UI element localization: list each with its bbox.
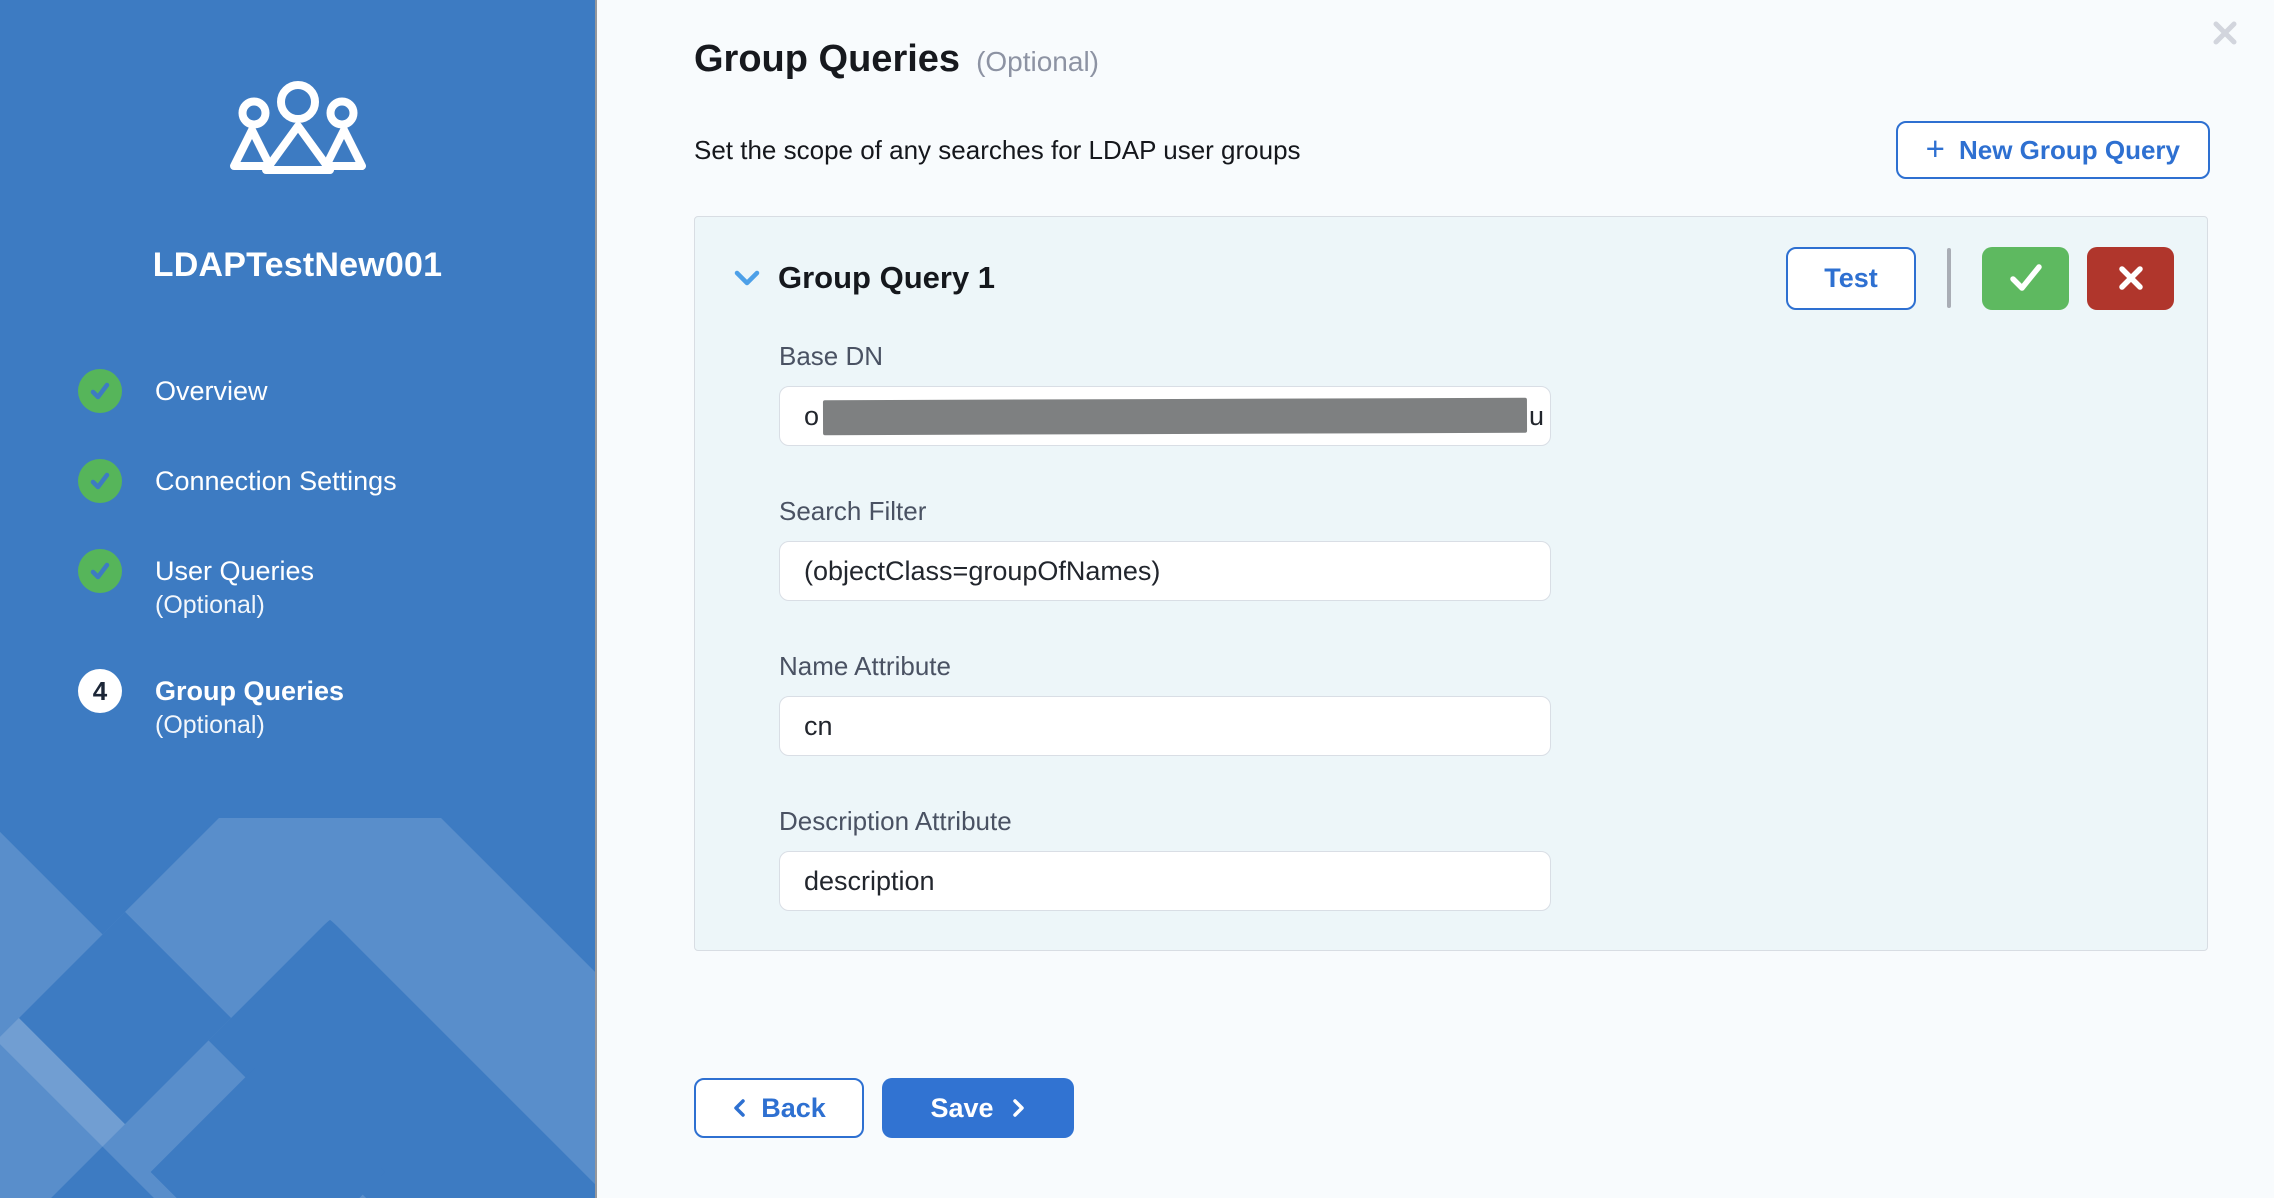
test-button[interactable]: Test [1786,247,1916,310]
group-query-card: Group Query 1 Test [694,216,2208,951]
step-label: User Queries [155,556,314,586]
wizard-footer: Back Save [694,1078,2210,1138]
button-divider [1947,248,1951,308]
base-dn-label: Base DN [779,341,2207,372]
base-dn-visible-suffix: u [1529,401,1544,432]
new-group-query-label: New Group Query [1959,135,2180,166]
redaction-bar [823,397,1527,434]
search-filter-field[interactable] [779,541,1551,601]
confirm-button[interactable] [1982,247,2069,310]
back-button[interactable]: Back [694,1078,864,1138]
page-title: Group Queries [694,38,960,81]
step-complete-icon [78,549,122,593]
group-query-form: Base DN o u Search Filter Name Attribute [695,341,2207,911]
step-complete-icon [78,369,122,413]
wizard-steps: Overview Connection Settings [0,369,595,789]
step-number-badge: 4 [78,669,122,713]
sidebar-step-user-queries[interactable]: User Queries (Optional) [78,549,595,623]
step-complete-icon [78,459,122,503]
search-filter-label: Search Filter [779,496,2207,527]
check-icon [2007,263,2045,293]
sidebar: LDAPTestNew001 Overview Connection S [0,0,597,1198]
connection-name: LDAPTestNew001 [153,246,442,285]
base-dn-field[interactable]: o u [779,386,1551,446]
chevron-down-icon[interactable] [734,270,760,286]
step-optional-tag: (Optional) [155,591,265,619]
delete-button[interactable] [2087,247,2174,310]
back-label: Back [761,1093,826,1124]
base-dn-visible-prefix: o [804,401,819,432]
save-button[interactable]: Save [882,1078,1074,1138]
step-optional-tag: (Optional) [155,711,265,739]
step-label: Group Queries [155,676,344,706]
step-label: Connection Settings [155,466,397,496]
name-attribute-field[interactable] [779,696,1551,756]
description-attribute-field[interactable] [779,851,1551,911]
brand-watermark-icon [0,818,597,1198]
page-subtitle: Set the scope of any searches for LDAP u… [694,135,1301,166]
page-header: Group Queries (Optional) [694,38,2210,81]
new-group-query-button[interactable]: + New Group Query [1896,121,2210,179]
main-panel: Group Queries (Optional) Set the scope o… [597,0,2274,1198]
chevron-right-icon [1012,1098,1026,1118]
save-label: Save [930,1093,993,1124]
plus-icon: + [1926,132,1945,165]
group-people-icon [228,78,368,182]
close-icon[interactable] [2209,18,2241,50]
step-label: Overview [155,376,268,406]
name-attribute-label: Name Attribute [779,651,2207,682]
sidebar-step-group-queries[interactable]: 4 Group Queries (Optional) [78,669,595,743]
x-icon [2117,264,2145,292]
chevron-left-icon [732,1098,746,1118]
sidebar-step-overview[interactable]: Overview [78,369,595,413]
ldap-setup-modal: LDAPTestNew001 Overview Connection S [0,0,2274,1198]
sidebar-step-connection-settings[interactable]: Connection Settings [78,459,595,503]
description-attribute-label: Description Attribute [779,806,2207,837]
page-title-optional: (Optional) [976,46,1099,78]
group-query-title: Group Query 1 [778,260,995,296]
